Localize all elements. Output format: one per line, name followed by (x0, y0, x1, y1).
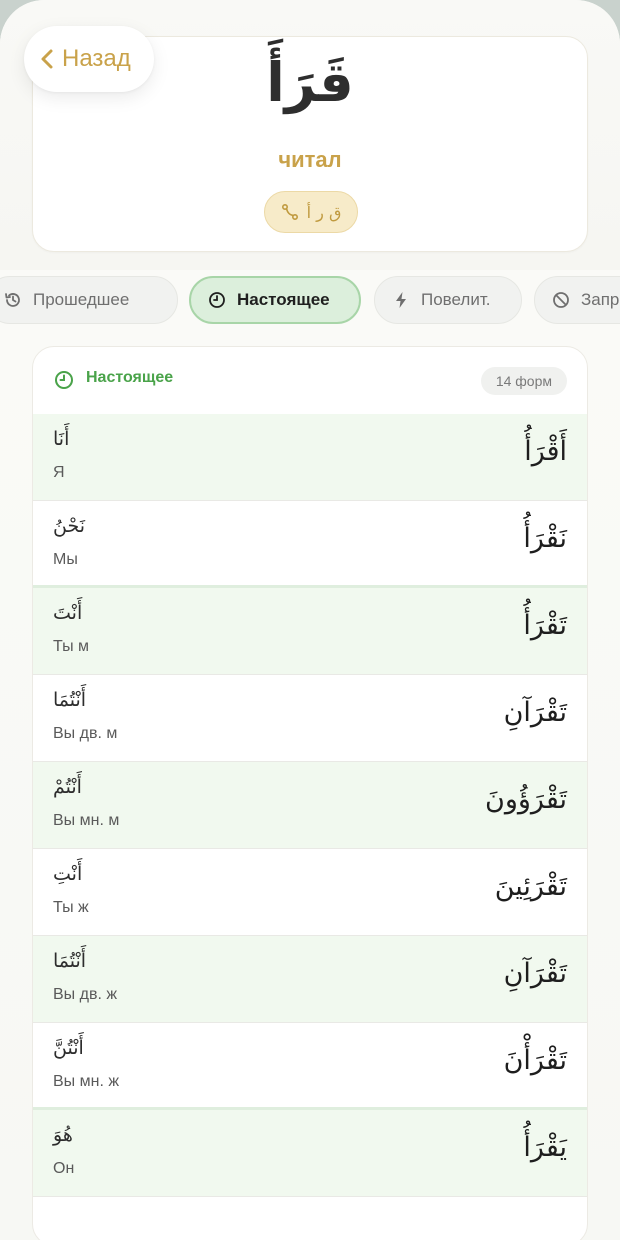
list-item[interactable]: نَحْنُ Мы نَقْرَأُ (33, 501, 587, 588)
section-title: Настоящее (86, 369, 174, 386)
verb-form: تَقْرَؤُونَ (485, 784, 567, 815)
prohibit-icon (553, 292, 569, 308)
pronoun-russian: Я (53, 464, 65, 481)
list-item[interactable]: أَنْتُمْ Вы мн. м تَقْرَؤُونَ (33, 762, 587, 849)
tab-past[interactable]: Прошедшее (0, 276, 178, 324)
pronoun-russian: Ты ж (53, 899, 89, 916)
clock-icon (55, 371, 73, 389)
pronoun-russian: Вы дв. м (53, 725, 118, 742)
tab-prohibitive[interactable]: Запр (534, 276, 620, 324)
pronoun-russian: Вы мн. м (53, 812, 120, 829)
pronoun-russian: Вы мн. ж (53, 1073, 120, 1090)
back-button-label: Назад (62, 45, 131, 72)
list-item[interactable]: أَنَا Я أَقْرَأُ (33, 414, 587, 501)
pronoun-russian: Он (53, 1160, 75, 1177)
verb-form: تَقْرَأُ (523, 610, 567, 641)
root-link-icon (281, 203, 298, 221)
pronoun-russian: Вы дв. ж (53, 986, 118, 1003)
pronoun-arabic: هُوَ (53, 1124, 73, 1146)
tab-prohibitive-label: Запр (581, 290, 620, 309)
verb-form: أَقْرَأُ (524, 436, 567, 467)
tab-present-label: Настоящее (237, 290, 330, 309)
tab-present[interactable]: Настоящее (189, 276, 361, 324)
pronoun-russian: Ты м (53, 638, 90, 655)
pronoun-arabic: أَنْتُنَّ (53, 1037, 84, 1059)
app-screen: قَرَأَ читал ق ر أ Назад Прошедшее Насто… (0, 0, 620, 1240)
verb-form: تَقْرَأْنَ (503, 1045, 567, 1076)
list-item[interactable]: أَنْتَ Ты м تَقْرَأُ (33, 588, 587, 675)
tense-tabs: Прошедшее Настоящее Повелит. Запр (0, 276, 620, 324)
history-icon (5, 293, 20, 307)
verb-form: تَقْرَآنِ (503, 958, 567, 989)
list-item[interactable]: أَنْتِ Ты ж تَقْرَئِينَ (33, 849, 587, 936)
word-translation: читал (278, 147, 342, 172)
tab-imperative[interactable]: Повелит. (374, 276, 522, 324)
list-item[interactable]: أَنْتُمَا Вы дв. м تَقْرَآنِ (33, 675, 587, 762)
list-item[interactable]: هُوَ Он يَقْرَأُ (33, 1110, 587, 1197)
pronoun-arabic: أَنْتِ (53, 863, 83, 885)
clock-icon (209, 292, 225, 308)
chevron-left-icon (41, 49, 53, 69)
pronoun-arabic: نَحْنُ (53, 515, 86, 537)
root-chip[interactable]: ق ر أ (264, 191, 358, 233)
forms-count-badge: 14 форм (480, 367, 567, 395)
section-header: Настоящее 14 форм (33, 347, 587, 413)
pronoun-arabic: أَنْتُمَا (53, 950, 87, 972)
pronoun-arabic: أَنْتَ (53, 602, 83, 624)
tab-imperative-label: Повелит. (421, 290, 491, 309)
verb-form: يَقْرَأُ (523, 1132, 567, 1163)
pronoun-arabic: أَنَا (53, 428, 70, 450)
back-button[interactable]: Назад (24, 26, 154, 92)
list-item[interactable]: أَنْتُنَّ Вы мн. ж تَقْرَأْنَ (33, 1023, 587, 1110)
pronoun-arabic: أَنْتُمْ (53, 776, 82, 798)
root-letters: ق ر أ (306, 202, 342, 222)
conjugation-card: Настоящее 14 форм أَنَا Я أَقْرَأُ نَحْن… (32, 346, 588, 1240)
pronoun-russian: Мы (53, 551, 78, 568)
conjugation-list: أَنَا Я أَقْرَأُ نَحْنُ Мы نَقْرَأُ أَنْ… (33, 414, 587, 1197)
list-item[interactable]: أَنْتُمَا Вы дв. ж تَقْرَآنِ (33, 936, 587, 1023)
pronoun-arabic: أَنْتُمَا (53, 689, 87, 711)
verb-form: تَقْرَآنِ (503, 697, 567, 728)
lightning-icon (396, 292, 406, 308)
verb-form: تَقْرَئِينَ (494, 871, 567, 902)
tab-past-label: Прошедшее (33, 290, 130, 309)
verb-form: نَقْرَأُ (523, 523, 567, 554)
